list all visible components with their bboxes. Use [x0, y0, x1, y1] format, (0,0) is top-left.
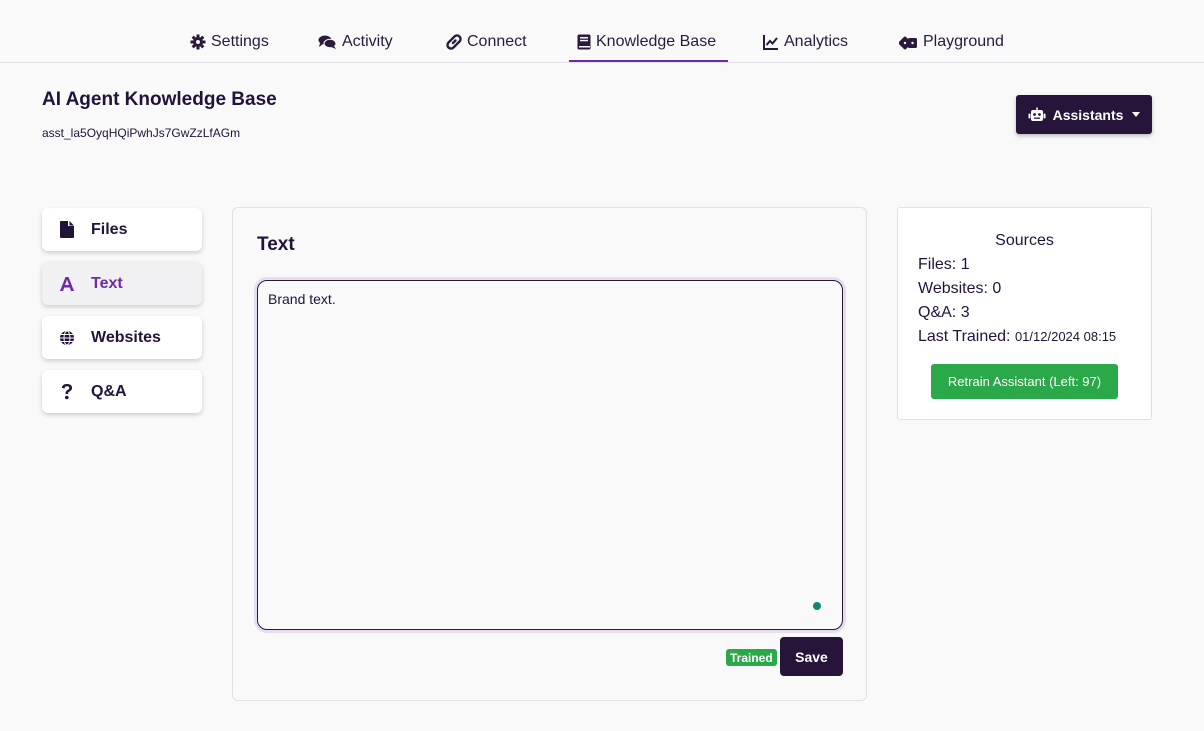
tab-label: Analytics — [784, 33, 849, 50]
tab-label: Settings — [211, 33, 269, 50]
files-count: Files: 1 — [918, 256, 970, 274]
text-content-input[interactable]: Brand text. — [257, 280, 843, 630]
gear-icon — [190, 34, 206, 50]
sources-title: Sources — [995, 232, 1054, 249]
line-chart-icon — [763, 35, 778, 50]
tab-activity[interactable]: Activity — [318, 28, 393, 62]
websites-label: Websites: — [918, 280, 988, 297]
sidebar-item-text[interactable]: Text — [42, 262, 202, 305]
tab-label: Playground — [923, 33, 1004, 50]
qa-label: Q&A: — [918, 304, 957, 321]
text-card-title: Text — [257, 234, 295, 255]
files-value: 1 — [960, 256, 970, 273]
globe-icon — [58, 329, 76, 347]
tab-playground[interactable]: Playground — [899, 28, 1004, 62]
assistants-label: Assistants — [1052, 106, 1124, 123]
text-editor-card: Text Brand text. Trained Save — [232, 207, 867, 701]
tab-label: Knowledge Base — [596, 33, 717, 50]
tab-label: Connect — [467, 33, 527, 50]
assistants-dropdown-button[interactable]: Assistants — [1016, 95, 1152, 134]
qa-value: 3 — [960, 304, 970, 321]
sidebar-item-files[interactable]: Files — [42, 208, 202, 251]
sources-card: Sources Files: 1 Websites: 0 Q&A: 3 Last… — [897, 207, 1152, 420]
tab-knowledge-base[interactable]: Knowledge Base — [569, 28, 729, 62]
status-dot — [813, 602, 821, 610]
sidebar-item-websites[interactable]: Websites — [42, 316, 202, 359]
websites-value: 0 — [992, 280, 1002, 297]
file-icon — [58, 221, 76, 239]
last-trained-label: Last Trained: — [918, 328, 1011, 345]
last-trained-value: 01/12/2024 08:15 — [1014, 329, 1117, 344]
sidebar-item-label: Q&A — [91, 382, 127, 400]
robot-icon — [1028, 107, 1046, 121]
caret-down-icon — [1132, 112, 1141, 117]
dice-icon — [899, 36, 917, 50]
files-label: Files: — [918, 256, 957, 273]
tab-settings[interactable]: Settings — [190, 28, 269, 62]
qa-count: Q&A: 3 — [918, 304, 970, 322]
tab-label: Activity — [342, 33, 393, 50]
retrain-assistant-button[interactable]: Retrain Assistant (Left: 97) — [931, 364, 1118, 399]
tab-analytics[interactable]: Analytics — [763, 28, 848, 62]
book-icon — [577, 34, 591, 50]
question-icon — [58, 383, 76, 401]
sidebar-item-label: Text — [91, 274, 123, 292]
trained-status-badge: Trained — [726, 649, 777, 666]
font-icon — [58, 275, 76, 293]
tab-connect[interactable]: Connect — [446, 28, 527, 62]
save-button[interactable]: Save — [780, 637, 843, 676]
sidebar-item-qa[interactable]: Q&A — [42, 370, 202, 413]
comments-icon — [318, 35, 337, 49]
last-trained: Last Trained: 01/12/2024 08:15 — [918, 328, 1116, 346]
link-icon — [446, 34, 462, 50]
page-title: AI Agent Knowledge Base — [42, 89, 277, 110]
sidebar-item-label: Files — [91, 220, 128, 238]
sidebar-item-label: Websites — [91, 328, 161, 346]
websites-count: Websites: 0 — [918, 280, 1001, 298]
assistant-id: asst_la5OyqHQiPwhJs7GwZzLfAGm — [42, 126, 241, 140]
top-nav: Settings Activity Connect Knowledge Base… — [0, 0, 1204, 63]
